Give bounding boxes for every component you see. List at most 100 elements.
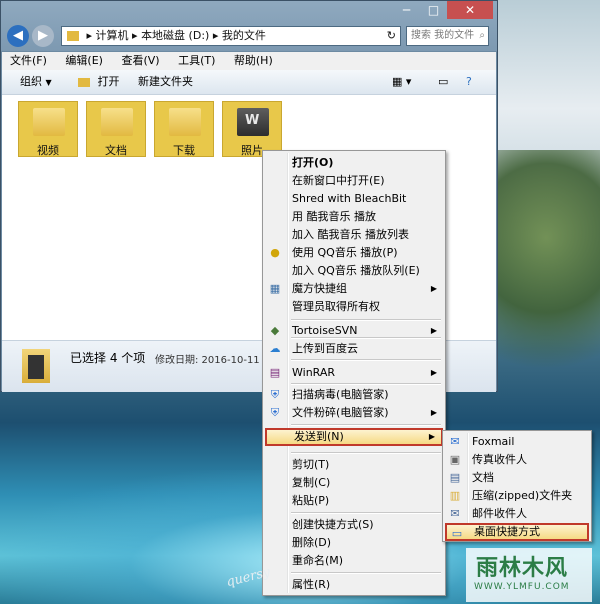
context-menu-item[interactable]: ● 使用 QQ音乐 播放(P): [265, 244, 443, 262]
context-menu-item-label: Shred with BleachBit: [292, 192, 407, 205]
context-menu-item-label: 复制(C): [292, 476, 331, 489]
menu-tools[interactable]: 工具(T): [170, 52, 222, 70]
send-to-item-label: 邮件收件人: [472, 507, 527, 520]
context-menu-item-label: 用 酷我音乐 播放: [292, 210, 376, 223]
folder-item[interactable]: 视频: [18, 101, 78, 157]
menu-separator: [291, 512, 441, 514]
forward-button[interactable]: ▶: [32, 25, 54, 47]
folder-item[interactable]: 照片: [222, 101, 282, 157]
context-menu-item[interactable]: ⛨ 文件粉碎(电脑管家) ▶: [265, 404, 443, 422]
context-menu-item[interactable]: 复制(C): [265, 474, 443, 492]
context-menu-item-label: 在新窗口中打开(E): [292, 174, 385, 187]
breadcrumb-item[interactable]: 计算机: [96, 29, 129, 42]
folder-item[interactable]: 文档: [86, 101, 146, 157]
send-to-item[interactable]: ▥ 压缩(zipped)文件夹: [445, 487, 589, 505]
folder-icon: [67, 31, 79, 41]
close-button[interactable]: ✕: [447, 1, 493, 19]
context-menu-item-label: 加入 QQ音乐 播放队列(E): [292, 264, 420, 277]
context-menu-item[interactable]: ☁ 上传到百度云: [265, 340, 443, 358]
context-menu-item[interactable]: 属性(R): [265, 576, 443, 594]
zip-folder-icon: ▥: [449, 489, 461, 502]
breadcrumb-item[interactable]: 我的文件: [222, 29, 266, 42]
context-menu-item[interactable]: 删除(D): [265, 534, 443, 552]
send-to-item[interactable]: ▭ 桌面快捷方式: [445, 523, 589, 541]
window-titlebar[interactable]: ─ □ ✕ ◀ ▶ ▸ 计算机 ▸ 本地磁盘 (D:) ▸ 我的文件 ↻ 搜索 …: [1, 1, 497, 51]
context-menu-item[interactable]: 重命名(M): [265, 552, 443, 570]
context-menu-item[interactable]: 粘贴(P): [265, 492, 443, 510]
context-menu-item[interactable]: ▦ 魔方快捷组 ▶: [265, 280, 443, 298]
context-menu-item[interactable]: 打开(O): [265, 154, 443, 172]
breadcrumb-item[interactable]: 本地磁盘 (D:): [141, 29, 209, 42]
minimize-button[interactable]: ─: [393, 1, 420, 19]
menu-edit[interactable]: 编辑(E): [57, 52, 110, 70]
search-icon[interactable]: ⌕: [479, 27, 485, 45]
folder-icon: [169, 108, 201, 136]
preview-pane-icon[interactable]: ▭: [438, 70, 448, 94]
send-to-item-label: 桌面快捷方式: [474, 525, 540, 538]
desktop-icon: ▭: [451, 527, 463, 540]
context-menu-item[interactable]: 剪切(T): [265, 456, 443, 474]
context-menu-item[interactable]: Shred with BleachBit: [265, 190, 443, 208]
open-button[interactable]: 打开: [78, 70, 120, 94]
context-menu-item-label: 剪切(T): [292, 458, 330, 471]
send-to-item-label: Foxmail: [472, 435, 515, 448]
context-menu-item-label: 打开(O): [292, 156, 334, 169]
new-folder-button[interactable]: 新建文件夹: [138, 70, 193, 94]
submenu-arrow-icon: ▶: [428, 432, 435, 441]
context-menu-item-label: 发送到(N): [294, 430, 344, 443]
menu-file[interactable]: 文件(F): [2, 52, 54, 70]
send-to-item[interactable]: ✉ Foxmail: [445, 433, 589, 451]
submenu-arrow-icon: ▶: [430, 284, 437, 293]
menu-view[interactable]: 查看(V): [113, 52, 166, 70]
cloud-icon: ☁: [269, 342, 281, 355]
menu-separator: [291, 383, 441, 385]
menu-separator: [291, 359, 441, 361]
context-menu-item-label: 粘贴(P): [292, 494, 330, 507]
context-menu-item[interactable]: ⛨ 扫描病毒(电脑管家): [265, 386, 443, 404]
photo-folder-icon: [237, 108, 269, 136]
context-menu-item-label: 扫描病毒(电脑管家): [292, 388, 389, 401]
context-menu: 打开(O) 在新窗口中打开(E) Shred with BleachBit 用 酷我音…: [262, 150, 446, 596]
context-menu-item-label: 文件粉碎(电脑管家): [292, 406, 389, 419]
context-menu-item[interactable]: 在新窗口中打开(E): [265, 172, 443, 190]
send-to-item[interactable]: ✉ 邮件收件人: [445, 505, 589, 523]
context-menu-item-label: 管理员取得所有权: [292, 300, 380, 313]
chevron-down-icon: ▼: [45, 78, 52, 87]
breadcrumb-separator-icon: ▸: [132, 29, 142, 42]
submenu-arrow-icon: ▶: [430, 368, 437, 377]
refresh-icon[interactable]: ↻: [387, 27, 396, 45]
context-menu-item[interactable]: 管理员取得所有权: [265, 298, 443, 316]
context-menu-item-label: TortoiseSVN: [292, 324, 358, 337]
winrar-icon: ▤: [269, 366, 281, 379]
send-to-submenu: ✉ Foxmail ▣ 传真收件人 ▤ 文档 ▥ 压缩(zipped)文件夹 ✉ 邮件收件人 ▭ 桌面…: [442, 430, 592, 542]
shield-icon: ⛨: [270, 388, 280, 401]
view-options-icon[interactable]: ▦ ▾: [392, 70, 411, 94]
menu-help[interactable]: 帮助(H): [226, 52, 280, 70]
address-bar[interactable]: ▸ 计算机 ▸ 本地磁盘 (D:) ▸ 我的文件 ↻: [61, 26, 401, 46]
context-menu-item[interactable]: ▤ WinRAR ▶: [265, 364, 443, 382]
context-menu-item[interactable]: 用 酷我音乐 播放: [265, 208, 443, 226]
search-input[interactable]: 搜索 我的文件 ⌕: [406, 26, 489, 46]
context-menu-item[interactable]: 发送到(N) ▶: [265, 428, 443, 446]
context-menu-item[interactable]: 创建快捷方式(S): [265, 516, 443, 534]
context-menu-item-label: 使用 QQ音乐 播放(P): [292, 246, 398, 259]
context-menu-item[interactable]: 加入 酷我音乐 播放列表: [265, 226, 443, 244]
folder-item[interactable]: 下载: [154, 101, 214, 157]
menu-separator: [291, 572, 441, 574]
send-to-item[interactable]: ▤ 文档: [445, 469, 589, 487]
context-menu-item-label: 属性(R): [292, 578, 331, 591]
organize-button[interactable]: 组织 ▼: [20, 70, 52, 95]
qq-music-icon: ●: [270, 246, 280, 259]
foxmail-icon: ✉: [450, 435, 460, 448]
help-icon[interactable]: ?: [466, 70, 472, 94]
grid-icon: ▦: [269, 282, 281, 295]
back-button[interactable]: ◀: [7, 25, 29, 47]
mail-icon: ✉: [450, 507, 460, 520]
send-to-item[interactable]: ▣ 传真收件人: [445, 451, 589, 469]
context-menu-item-label: 创建快捷方式(S): [292, 518, 374, 531]
menu-separator: [291, 424, 441, 426]
menu-separator: [291, 452, 441, 454]
maximize-button[interactable]: □: [420, 1, 447, 19]
context-menu-item[interactable]: 加入 QQ音乐 播放队列(E): [265, 262, 443, 280]
context-menu-item-label: 魔方快捷组: [292, 282, 347, 295]
